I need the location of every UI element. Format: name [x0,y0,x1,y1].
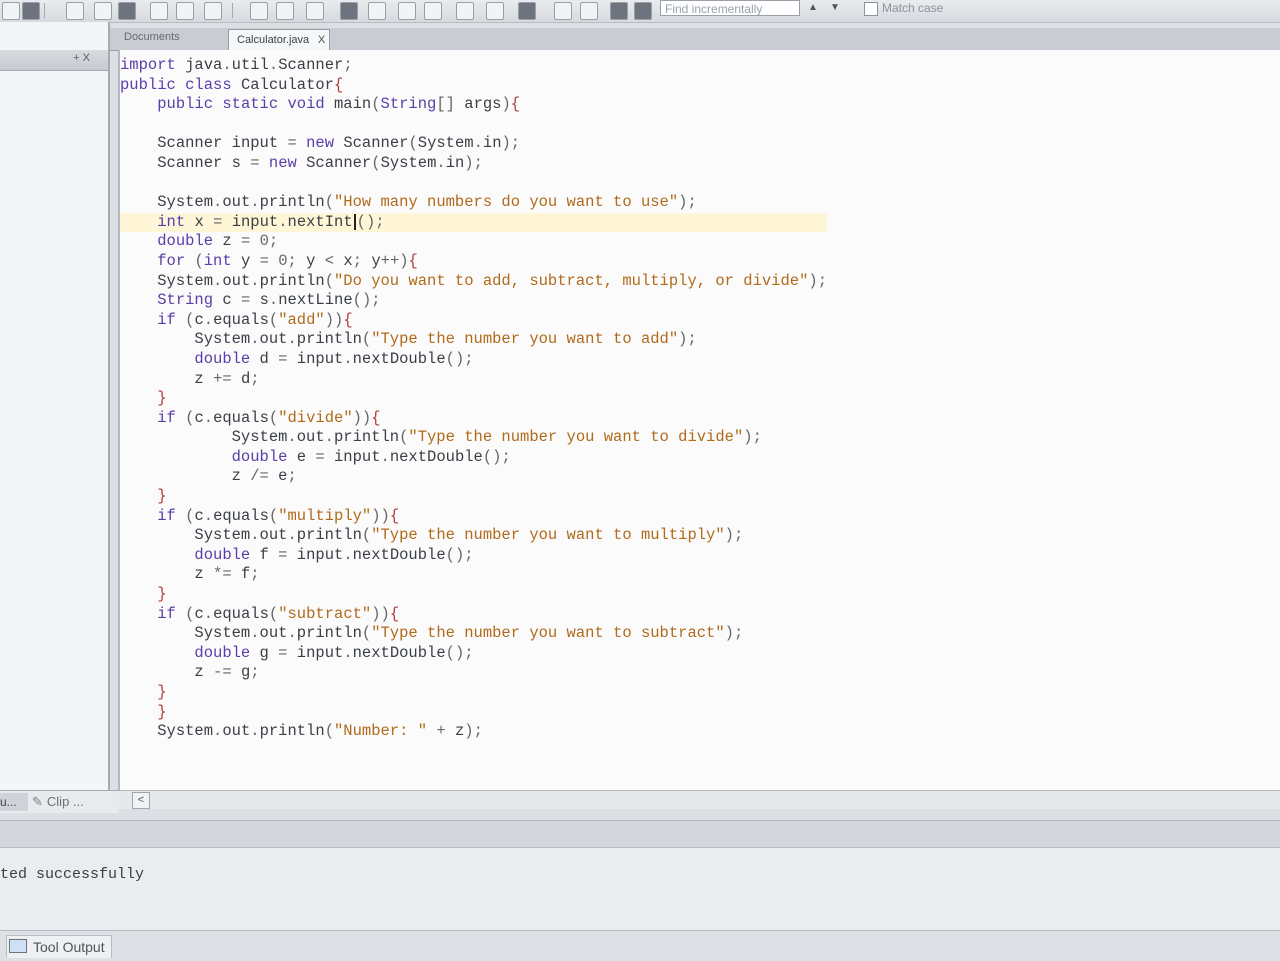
output-divider[interactable] [0,820,1280,848]
code-text[interactable]: import java.util.Scanner; public class Ca… [120,56,827,742]
code-line[interactable]: Scanner input = new Scanner(System.in); [120,134,827,154]
code-line[interactable]: double d = input.nextDouble(); [120,350,827,370]
code-line[interactable]: public static void main(String[] args){ [120,95,827,115]
code-line[interactable]: if (c.equals("subtract")){ [120,605,827,625]
toolbar-button-3[interactable] [66,2,84,20]
toolbar-button-9[interactable] [250,2,268,20]
toolbar-button-18[interactable] [554,2,572,20]
tab-label: Calculator.java [237,34,310,46]
toolbar-button-17[interactable] [518,2,536,20]
code-line[interactable]: Scanner s = new Scanner(System.in); [120,154,827,174]
tab-tool-output[interactable]: Tool Output [6,935,112,958]
code-line[interactable]: if (c.equals("multiply")){ [120,507,827,527]
toolbar-button-6[interactable] [150,2,168,20]
code-line[interactable]: } [120,703,827,723]
toolbar-separator [44,3,45,18]
toolbar-button-13[interactable] [398,2,416,20]
find-next-icon[interactable]: ▼ [828,1,842,15]
editor-tab-bar: Documents Calculator.java X [110,28,1280,51]
toolbar-button-2[interactable] [22,2,40,20]
code-line[interactable]: String c = s.nextLine(); [120,291,827,311]
tab-documents[interactable]: Documents [124,31,180,43]
code-line[interactable]: } [120,585,827,605]
toolbar-button-11[interactable] [306,2,324,20]
tab-calculator-java[interactable]: Calculator.java X [228,29,331,50]
code-line[interactable]: if (c.equals("divide")){ [120,409,827,429]
editor-horizontal-scrollbar[interactable]: < [118,790,1280,809]
toolbar-separator [232,3,233,18]
toolbar-button-19[interactable] [580,2,598,20]
toolbar: Find incrementally ▲ ▼ Match case [0,0,1280,23]
code-line[interactable]: System.out.println("Number: " + z); [120,722,827,742]
toolbar-play-icon[interactable] [610,2,628,20]
toolbar-button-15[interactable] [456,2,474,20]
toolbar-button-7[interactable] [176,2,194,20]
tab-clipboard[interactable]: ✎ Clip ... [32,793,84,811]
tool-output-label: Tool Output [33,939,105,955]
code-line[interactable]: System.out.println("How many numbers do … [120,193,827,213]
code-line[interactable]: } [120,683,827,703]
toolbar-button-5[interactable] [118,2,136,20]
code-line[interactable]: z *= f; [120,565,827,585]
code-line[interactable]: for (int y = 0; y < x; y++){ [120,252,827,272]
output-panel: ted successfully [0,848,1280,930]
code-line[interactable]: System.out.println("Do you want to add, … [120,272,827,292]
tab-cu[interactable]: u... [0,793,28,811]
find-previous-icon[interactable]: ▲ [806,1,820,15]
code-line[interactable]: } [120,389,827,409]
toolbar-button-8[interactable] [204,2,222,20]
code-line[interactable]: System.out.println("Type the number you … [120,624,827,644]
toolbar-button-4[interactable] [94,2,112,20]
code-editor[interactable]: import java.util.Scanner; public class Ca… [118,50,1280,790]
code-line[interactable]: System.out.println("Type the number you … [120,526,827,546]
toolbar-button-12[interactable] [368,2,386,20]
code-line[interactable]: int x = input.nextInt (); [120,212,827,233]
left-pane-controls[interactable]: + X [73,52,90,64]
code-line[interactable]: System.out.println("Type the number you … [120,428,827,448]
code-line[interactable]: z += d; [120,370,827,390]
tab-clipboard-label: Clip ... [46,794,84,809]
toolbar-button-1[interactable] [2,2,20,20]
toolbar-globe-icon[interactable] [340,2,358,20]
left-pane-header: + X [0,50,108,71]
code-line[interactable]: System.out.println("Type the number you … [120,330,827,350]
close-icon[interactable]: X [318,30,325,50]
text-caret [353,213,356,230]
code-line[interactable]: import java.util.Scanner; [120,56,827,76]
code-line[interactable]: double g = input.nextDouble(); [120,644,827,664]
toolbar-button-10[interactable] [276,2,294,20]
code-line[interactable]: double e = input.nextDouble(); [120,448,827,468]
code-line[interactable]: z -= g; [120,663,827,683]
code-line[interactable] [120,174,827,194]
code-line[interactable]: z /= e; [120,467,827,487]
match-case-checkbox[interactable] [864,2,878,16]
code-line[interactable]: double f = input.nextDouble(); [120,546,827,566]
code-line[interactable]: } [120,487,827,507]
bottom-tabs: u... ✎ Clip ... [0,790,118,813]
code-line[interactable]: public class Calculator{ [120,76,827,96]
toolbar-button-20[interactable] [634,2,652,20]
code-line[interactable]: if (c.equals("add")){ [120,311,827,331]
toolbar-button-16[interactable] [486,2,504,20]
code-line[interactable]: double z = 0; [120,232,827,252]
tool-output-icon [9,939,27,953]
status-bar: Tool Output [0,930,1280,961]
clip-icon: ✎ [32,794,43,809]
scroll-left-icon[interactable]: < [132,792,150,809]
match-case-label: Match case [882,1,944,15]
toolbar-button-14[interactable] [424,2,442,20]
code-line[interactable] [120,115,827,135]
left-pane: + X [0,22,110,792]
find-input[interactable]: Find incrementally [660,0,800,16]
output-text: ted successfully [0,866,145,883]
